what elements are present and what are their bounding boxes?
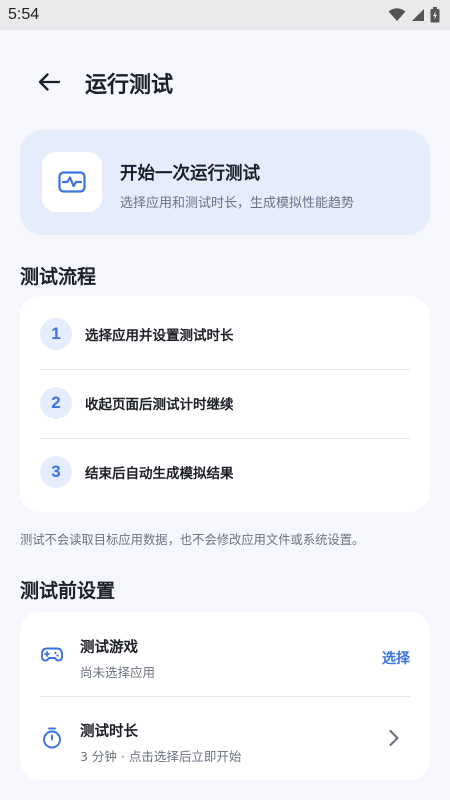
step-row: 1 选择应用并设置测试时长 (40, 300, 410, 368)
privacy-note: 测试不会读取目标应用数据，也不会修改应用文件或系统设置。 (20, 533, 365, 547)
test-game-row[interactable]: 测试游戏 尚未选择应用 选择 (20, 612, 430, 696)
wifi-icon (388, 8, 406, 21)
status-icons (388, 7, 440, 23)
setting-title: 测试游戏 (80, 640, 138, 656)
status-time: 5:54 (8, 6, 40, 23)
process-section-title: 测试流程 (20, 266, 97, 288)
hero-icon-container (42, 152, 102, 212)
activity-monitor-icon (58, 171, 86, 193)
chevron-right-icon[interactable] (386, 728, 402, 748)
app-bar: 运行测试 (0, 30, 450, 132)
step-number-badge: 3 (40, 456, 72, 488)
setting-subtitle: 3 分钟 · 点击选择后立即开始 (80, 749, 242, 764)
hero-subtitle: 选择应用和测试时长，生成模拟性能趋势 (120, 196, 355, 211)
settings-section-title: 测试前设置 (20, 580, 116, 602)
gamepad-icon (41, 647, 63, 662)
test-duration-row[interactable]: 测试时长 3 分钟 · 点击选择后立即开始 (20, 696, 430, 780)
hero-title: 开始一次运行测试 (120, 164, 260, 184)
setting-title: 测试时长 (80, 724, 138, 740)
setting-subtitle: 尚未选择应用 (80, 665, 156, 680)
step-number-badge: 2 (40, 387, 72, 419)
signal-icon (412, 9, 424, 21)
process-card: 1 选择应用并设置测试时长 2 收起页面后测试计时继续 3 结束后自动生成模拟结… (20, 296, 430, 512)
step-label: 收起页面后测试计时继续 (85, 397, 234, 413)
step-number-badge: 1 (40, 318, 72, 350)
back-button[interactable] (32, 65, 66, 99)
page-title: 运行测试 (85, 73, 174, 98)
battery-icon (430, 7, 440, 23)
arrow-left-icon (38, 73, 60, 91)
select-game-button[interactable]: 选择 (382, 648, 410, 668)
hero-card: 开始一次运行测试 选择应用和测试时长，生成模拟性能趋势 (20, 130, 430, 235)
step-row: 2 收起页面后测试计时继续 (40, 369, 410, 437)
timer-icon (43, 727, 61, 749)
step-label: 选择应用并设置测试时长 (85, 328, 234, 344)
status-bar: 5:54 (0, 0, 450, 30)
settings-card: 测试游戏 尚未选择应用 选择 测试时长 3 分钟 · 点击选择后立即开始 (20, 612, 430, 780)
step-label: 结束后自动生成模拟结果 (85, 466, 234, 482)
step-row: 3 结束后自动生成模拟结果 (40, 438, 410, 506)
